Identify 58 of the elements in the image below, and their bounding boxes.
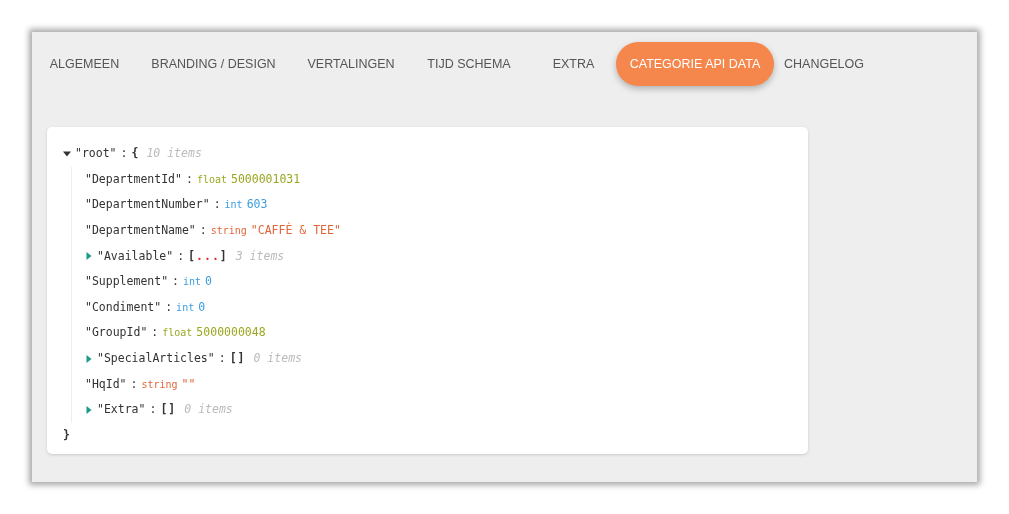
bracket: ]: [168, 402, 177, 417]
colon: :: [185, 170, 193, 188]
colon: :: [218, 349, 226, 367]
json-value: 5000001031: [231, 170, 301, 188]
json-key: "GroupId": [85, 324, 148, 342]
bracket: }: [63, 426, 70, 444]
json-value: 0: [205, 273, 213, 291]
colon: :: [151, 324, 159, 342]
json-key: "HqId": [85, 375, 127, 393]
expand-icon[interactable]: [85, 405, 93, 414]
tab[interactable]: VERTALINGEN: [294, 42, 408, 86]
json-value: "": [181, 375, 196, 393]
json-value: 0: [198, 298, 206, 316]
json-value: 5000000048: [196, 324, 266, 342]
tab[interactable]: BRANDING / DESIGN: [138, 42, 289, 86]
bracket: [: [188, 248, 197, 263]
ellipsis: ...: [196, 248, 220, 263]
json-key: "Extra": [97, 401, 146, 419]
bracket: {: [131, 145, 139, 163]
colon: :: [213, 196, 221, 214]
item-count: 0 items: [253, 349, 302, 367]
json-key: "DepartmentId": [85, 170, 182, 188]
colon: :: [120, 145, 128, 163]
type-label: string: [210, 224, 247, 239]
colon: :: [149, 401, 157, 419]
collapse-icon[interactable]: [63, 149, 71, 158]
json-key: "SpecialArticles": [97, 349, 215, 368]
item-count: 10 items: [146, 145, 202, 163]
type-label: int: [183, 275, 202, 290]
type-label: float: [196, 172, 227, 187]
colon: :: [172, 273, 180, 291]
bracket: ]: [219, 248, 228, 263]
expand-icon[interactable]: [85, 354, 93, 363]
json-key: "Condiment": [85, 298, 162, 316]
tab[interactable]: ALGEMEEN: [36, 42, 133, 86]
json-key: "Supplement": [85, 273, 169, 291]
bracket: [: [229, 350, 238, 365]
type-label: string: [141, 377, 178, 392]
expand-icon[interactable]: [85, 252, 93, 261]
json-key: "DepartmentNumber": [85, 196, 210, 214]
colon: :: [177, 247, 185, 265]
json-key: "DepartmentName": [85, 221, 196, 240]
item-count: 0 items: [184, 401, 233, 419]
colon: :: [199, 221, 207, 239]
colon: :: [130, 375, 138, 393]
type-label: int: [176, 300, 195, 315]
json-key: "root": [75, 145, 117, 163]
item-count: 3 items: [235, 247, 285, 265]
type-label: int: [224, 198, 243, 213]
bracket: ]: [237, 350, 246, 365]
json-key: "Available": [97, 247, 174, 265]
tab[interactable]: EXTRA: [539, 42, 608, 86]
json-value: "CAFFÈ & TEE": [250, 221, 341, 239]
type-label: float: [162, 326, 193, 341]
json-value: 603: [246, 196, 268, 214]
tab[interactable]: TIJD SCHEMA: [414, 42, 524, 86]
bracket: [: [160, 402, 169, 417]
colon: :: [165, 298, 173, 316]
